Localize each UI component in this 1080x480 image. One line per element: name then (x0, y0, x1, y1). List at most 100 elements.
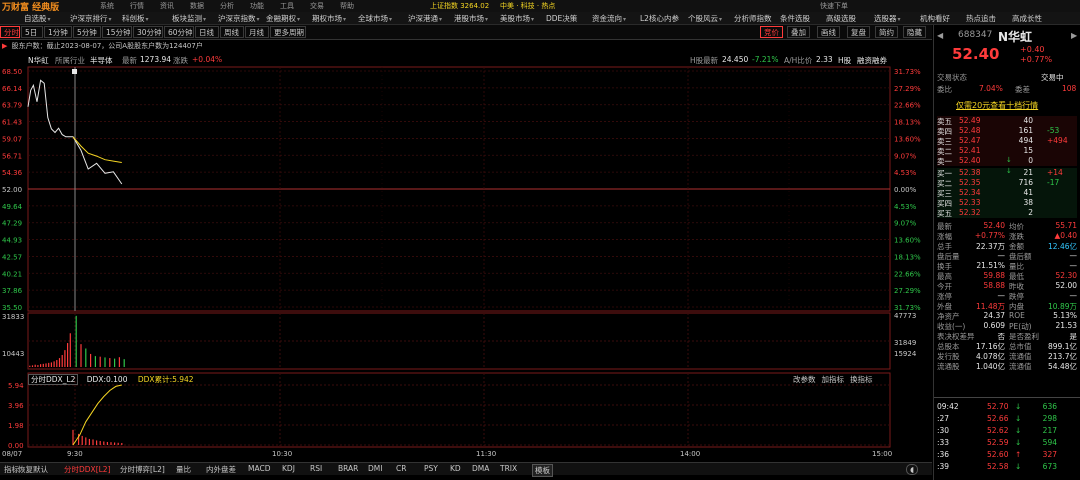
indicator-tab[interactable]: DMI (368, 464, 382, 473)
nav-item[interactable]: 板块监测▾ (172, 13, 206, 24)
auction-button[interactable]: 竞价 (760, 26, 783, 38)
indicator-tab[interactable]: DMA (472, 464, 489, 473)
ddx-tool-button[interactable]: 改参数 (793, 375, 816, 384)
toolbar-button[interactable]: 隐藏 (903, 26, 926, 38)
down-arrow-icon: ↓ (1006, 156, 1012, 164)
news-text[interactable]: 中美 · 科技 · 热点 (500, 1, 555, 11)
nav-item[interactable]: 选股器▾ (874, 13, 901, 24)
h-price-value: 24.450 (722, 55, 749, 64)
top-menu-item[interactable]: 功能 (250, 1, 264, 11)
trade-status-label: 交易状态 (937, 73, 967, 82)
nav-item[interactable]: 高级选股 (826, 13, 856, 24)
nav-item[interactable]: 机构看好 (920, 13, 950, 24)
ten-level-link[interactable]: 仅需20元查看十档行情 (956, 100, 1038, 111)
nav-item[interactable]: 热点追击 (966, 13, 996, 24)
bid-price: 52.32 (959, 208, 981, 217)
volume-tick-label-right: 47773 (894, 312, 916, 320)
notice-bar[interactable]: ▶ 股东户数：截止2023-08-07，公司A股股东户数为124407户 (0, 41, 932, 53)
indicator-tab[interactable]: 量比 (176, 464, 191, 475)
y-tick-label-right: 4.53% (894, 203, 917, 211)
y-tick-label: 42.57 (2, 253, 22, 261)
period-tab[interactable]: 30分钟 (133, 26, 163, 38)
weicha-label: 委差 (1015, 85, 1030, 94)
top-menu-item[interactable]: 系统 (100, 1, 114, 11)
tick-row: :30 52.62 ↓ 217 (937, 426, 1077, 436)
nav-item-label: 港股市场 (454, 14, 484, 23)
nav-item[interactable]: DDE决策 (546, 13, 577, 24)
top-menu-item[interactable]: 数据 (190, 1, 204, 11)
volume-tick-label-right: 31849 (894, 339, 916, 347)
indicator-tab[interactable]: 分时DDX[L2] (64, 464, 111, 475)
period-tab[interactable]: 60分钟 (164, 26, 194, 38)
indicator-tab[interactable]: PSY (424, 464, 438, 473)
nav-item[interactable]: 期权市场▾ (312, 13, 346, 24)
period-tab[interactable]: 1分钟 (44, 26, 72, 38)
toolbar-button[interactable]: 叠加 (787, 26, 810, 38)
ddx-tab[interactable]: 分时DDX_L2 (28, 374, 79, 385)
ddx-panel-frame (27, 372, 891, 448)
y-tick-label: 35.50 (2, 304, 22, 312)
nav-item[interactable]: 沪深京指数▾ (218, 13, 260, 24)
indicator-tab[interactable]: BRAR (338, 464, 358, 473)
nav-item[interactable]: 金融期权▾ (266, 13, 300, 24)
indicator-tab[interactable]: MACD (248, 464, 270, 473)
nav-item[interactable]: 条件选股 (780, 13, 810, 24)
period-tab[interactable]: 周线 (220, 26, 244, 38)
indicator-tab[interactable]: KDJ (282, 464, 295, 473)
weibi-value: 7.04% (979, 84, 1003, 93)
nav-item-label: 沪深京指数 (218, 14, 256, 23)
top-menu-item[interactable]: 分析 (220, 1, 234, 11)
nav-item-label: 沪深京排行 (70, 14, 108, 23)
indicator-tab[interactable]: 分时博弈[L2] (120, 464, 165, 475)
stat-label: ROE (1009, 311, 1025, 320)
top-menu-item[interactable]: 帮助 (340, 1, 354, 11)
nav-item[interactable]: 个股风云▾ (688, 13, 722, 24)
toolbar-button[interactable]: 简约 (875, 26, 898, 38)
top-menu-item[interactable]: 工具 (280, 1, 294, 11)
indicator-tab[interactable]: 指标 (4, 464, 19, 475)
indicator-tab[interactable]: CR (396, 464, 406, 473)
indicator-tab[interactable]: 模板 (532, 464, 553, 477)
period-tab[interactable]: 分时 (0, 26, 20, 38)
indicator-tab[interactable]: 恢复默认 (18, 464, 48, 475)
nav-item[interactable]: 美股市场▾ (500, 13, 534, 24)
chart-area[interactable]: 68.50 31.73% 66.14 27.29% 63.79 22.66% 61.43 18… (0, 65, 932, 462)
next-stock-icon[interactable]: ▶ (1071, 31, 1077, 40)
y-tick-label-right: 31.73% (894, 68, 921, 76)
nav-item[interactable]: 科创板▾ (122, 13, 149, 24)
period-tab[interactable]: 月线 (245, 26, 269, 38)
ddx-tool-button[interactable]: 换指标 (850, 375, 873, 384)
toggle-icon[interactable]: ◖ (906, 464, 918, 475)
period-tab[interactable]: 5分钟 (73, 26, 101, 38)
prev-stock-icon[interactable]: ◀ (937, 31, 943, 40)
ask-volume: 494 (1018, 136, 1033, 145)
period-tab[interactable]: 更多周期 (270, 26, 306, 38)
nav-item[interactable]: 沪深京排行▾ (70, 13, 112, 24)
ddx-tool-button[interactable]: 加指标 (822, 375, 845, 384)
toolbar-button[interactable]: 复盘 (847, 26, 870, 38)
nav-item[interactable]: 全球市场▾ (358, 13, 392, 24)
nav-item[interactable]: L2核心内参 (640, 13, 679, 24)
stat-row: 涨幅 +0.77% 涨跌 ▲0.40 (937, 231, 1077, 241)
nav-item[interactable]: 高成长性 (1012, 13, 1042, 24)
nav-item[interactable]: 港股市场▾ (454, 13, 488, 24)
caret-down-icon: ▾ (485, 16, 489, 23)
indicator-tab[interactable]: 内外盘差 (206, 464, 236, 475)
period-tab[interactable]: 日线 (195, 26, 219, 38)
indicator-tab[interactable]: RSI (310, 464, 322, 473)
indicator-tab[interactable]: TRIX (500, 464, 517, 473)
top-header: 万财富 经典版 系统 行情 资讯 数据 分析 功能 工具 交易 帮助 上证指数 3264.02 中美… (0, 0, 1080, 12)
nav-item[interactable]: 沪深港通▾ (408, 13, 442, 24)
nav-item[interactable]: 资金流向▾ (592, 13, 626, 24)
indicator-tab[interactable]: KD (450, 464, 461, 473)
top-menu-item[interactable]: 资讯 (160, 1, 174, 11)
period-tab[interactable]: 5日 (21, 26, 43, 38)
toolbar-button[interactable]: 画线 (817, 26, 840, 38)
nav-item[interactable]: 自选股▾ (24, 13, 51, 24)
ddx-value: 0.100 (106, 375, 128, 384)
quick-order-button[interactable]: 快速下单 (820, 1, 848, 11)
nav-item[interactable]: 分析师指数 (734, 13, 772, 24)
top-menu-item[interactable]: 交易 (310, 1, 324, 11)
period-tab[interactable]: 15分钟 (102, 26, 132, 38)
top-menu-item[interactable]: 行情 (130, 1, 144, 11)
